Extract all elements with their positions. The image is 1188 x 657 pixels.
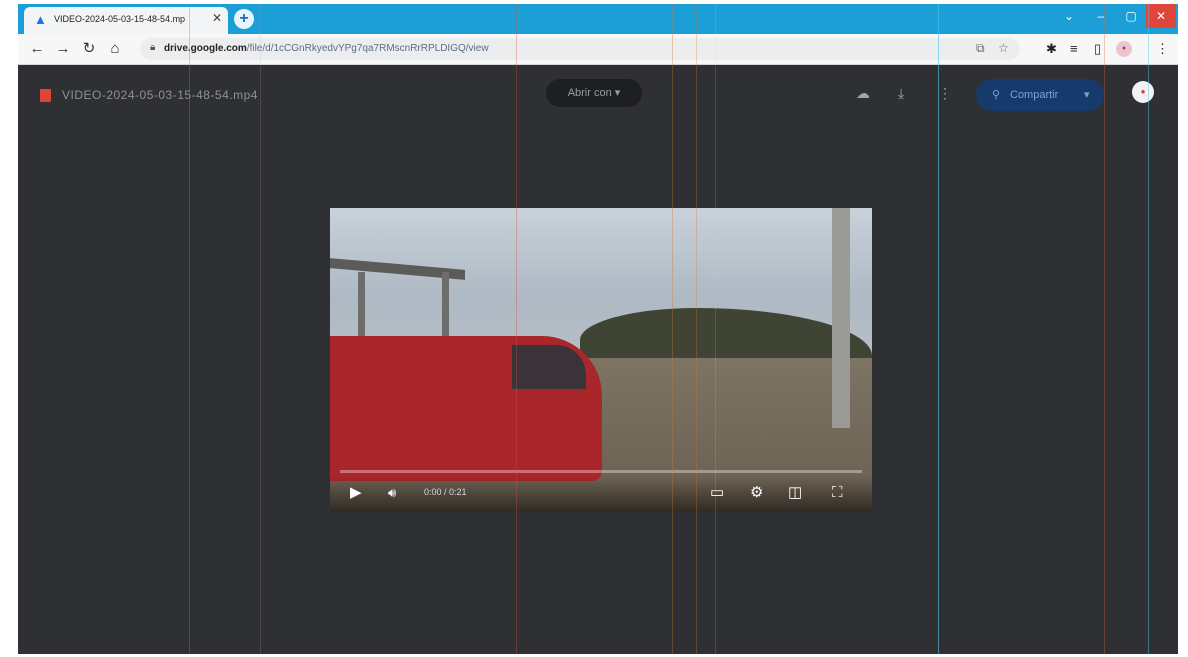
url-text[interactable]: drive.google.com/file/d/1cCGnRkyedvYPg7q… xyxy=(164,43,489,54)
extensions-puzzle-icon[interactable]: ✱ xyxy=(1046,41,1057,57)
scan-streak xyxy=(1104,4,1105,654)
minimize-button[interactable]: – xyxy=(1086,4,1116,28)
scan-streak xyxy=(189,4,190,654)
share-caret-icon[interactable]: ▾ xyxy=(1084,79,1090,111)
reading-list-icon[interactable]: ≡ xyxy=(1070,41,1078,57)
video-frame-post xyxy=(442,272,449,342)
volume-icon[interactable]: 🔊︎ xyxy=(388,484,396,502)
scan-streak xyxy=(260,4,261,654)
home-icon[interactable]: ⌂ xyxy=(106,40,124,58)
profile-avatar-icon[interactable]: ● xyxy=(1116,41,1132,57)
captions-icon[interactable]: ▭ xyxy=(710,484,724,502)
fullscreen-icon[interactable]: ⛶ xyxy=(832,484,843,502)
browser-tab[interactable]: ▲ VIDEO-2024-05-03-15-48-54.mp ✕ xyxy=(24,7,228,34)
url-path: /file/d/1cCGnRkyedvYPg7qa7RMscnRrRPLDIGQ… xyxy=(246,43,489,54)
video-time: 0:00 / 0:21 xyxy=(424,487,467,497)
side-panel-icon[interactable]: ▯ xyxy=(1094,41,1101,57)
file-name: VIDEO-2024-05-03-15-48-54.mp4 xyxy=(62,88,258,102)
share-label: Compartir xyxy=(1010,89,1059,101)
tab-close-icon[interactable]: ✕ xyxy=(212,11,222,25)
browser-menu-icon[interactable]: ⋮ xyxy=(1156,41,1169,57)
browser-title-bar: ▲ VIDEO-2024-05-03-15-48-54.mp ✕ + ⌄ – ▢… xyxy=(18,4,1178,34)
scan-streak xyxy=(516,4,517,654)
new-tab-button[interactable]: + xyxy=(234,9,254,29)
address-bar[interactable]: 🔒︎ drive.google.com/file/d/1cCGnRkyedvYP… xyxy=(140,38,1020,60)
lock-icon[interactable]: 🔒︎ xyxy=(150,42,155,53)
play-icon[interactable]: ▶ xyxy=(350,484,362,502)
add-to-drive-icon[interactable]: ☁ xyxy=(856,85,870,102)
tab-title: VIDEO-2024-05-03-15-48-54.mp xyxy=(54,14,186,24)
browser-window: ▲ VIDEO-2024-05-03-15-48-54.mp ✕ + ⌄ – ▢… xyxy=(18,4,1178,654)
reload-icon[interactable]: ↻ xyxy=(80,40,98,58)
scan-streak xyxy=(938,4,939,654)
open-with-button[interactable]: Abrir con ▾ xyxy=(546,79,642,107)
video-frame-pole xyxy=(832,208,850,428)
share-person-icon: ⚲ xyxy=(992,89,1001,101)
account-avatar[interactable]: ● xyxy=(1132,81,1154,103)
download-icon[interactable]: ⤓ xyxy=(898,85,904,102)
video-frame-car-window xyxy=(512,345,586,389)
tab-search-icon[interactable]: ⌄ xyxy=(1054,4,1084,28)
install-app-icon[interactable]: ⧉ xyxy=(976,41,985,56)
drive-preview: VIDEO-2024-05-03-15-48-54.mp4 Abrir con … xyxy=(18,65,1178,654)
video-progress-bar[interactable] xyxy=(340,470,862,473)
bookmark-star-icon[interactable]: ☆ xyxy=(998,41,1009,55)
maximize-button[interactable]: ▢ xyxy=(1116,4,1146,28)
file-header: VIDEO-2024-05-03-15-48-54.mp4 Abrir con … xyxy=(18,65,1178,117)
miniplayer-icon[interactable]: ◫ xyxy=(788,484,802,502)
close-window-button[interactable]: ✕ xyxy=(1146,4,1176,28)
back-arrow-icon[interactable]: ← xyxy=(28,40,46,58)
gear-icon[interactable]: ⚙ xyxy=(750,484,763,502)
scan-streak xyxy=(1148,4,1149,654)
forward-arrow-icon[interactable]: → xyxy=(54,40,72,58)
video-player[interactable]: ▶ 🔊︎ 0:00 / 0:21 ▭ ⚙ ◫ ⛶ xyxy=(330,208,872,512)
drive-favicon-icon: ▲ xyxy=(34,12,47,27)
open-with-label: Abrir con xyxy=(567,87,612,99)
video-frame-post xyxy=(358,272,365,342)
share-button[interactable]: ⚲ Compartir ▾ xyxy=(976,79,1104,111)
video-file-icon xyxy=(40,89,51,102)
scan-streak xyxy=(715,4,716,654)
video-controls: ▶ 🔊︎ 0:00 / 0:21 ▭ ⚙ ◫ ⛶ xyxy=(330,476,872,512)
scan-streak xyxy=(672,4,673,654)
caret-down-icon: ▾ xyxy=(614,87,621,99)
url-domain: drive.google.com xyxy=(164,43,247,54)
scan-streak xyxy=(696,4,697,654)
more-vert-icon[interactable]: ⋮ xyxy=(938,85,952,102)
browser-toolbar: ← → ↻ ⌂ 🔒︎ drive.google.com/file/d/1cCGn… xyxy=(18,34,1178,65)
